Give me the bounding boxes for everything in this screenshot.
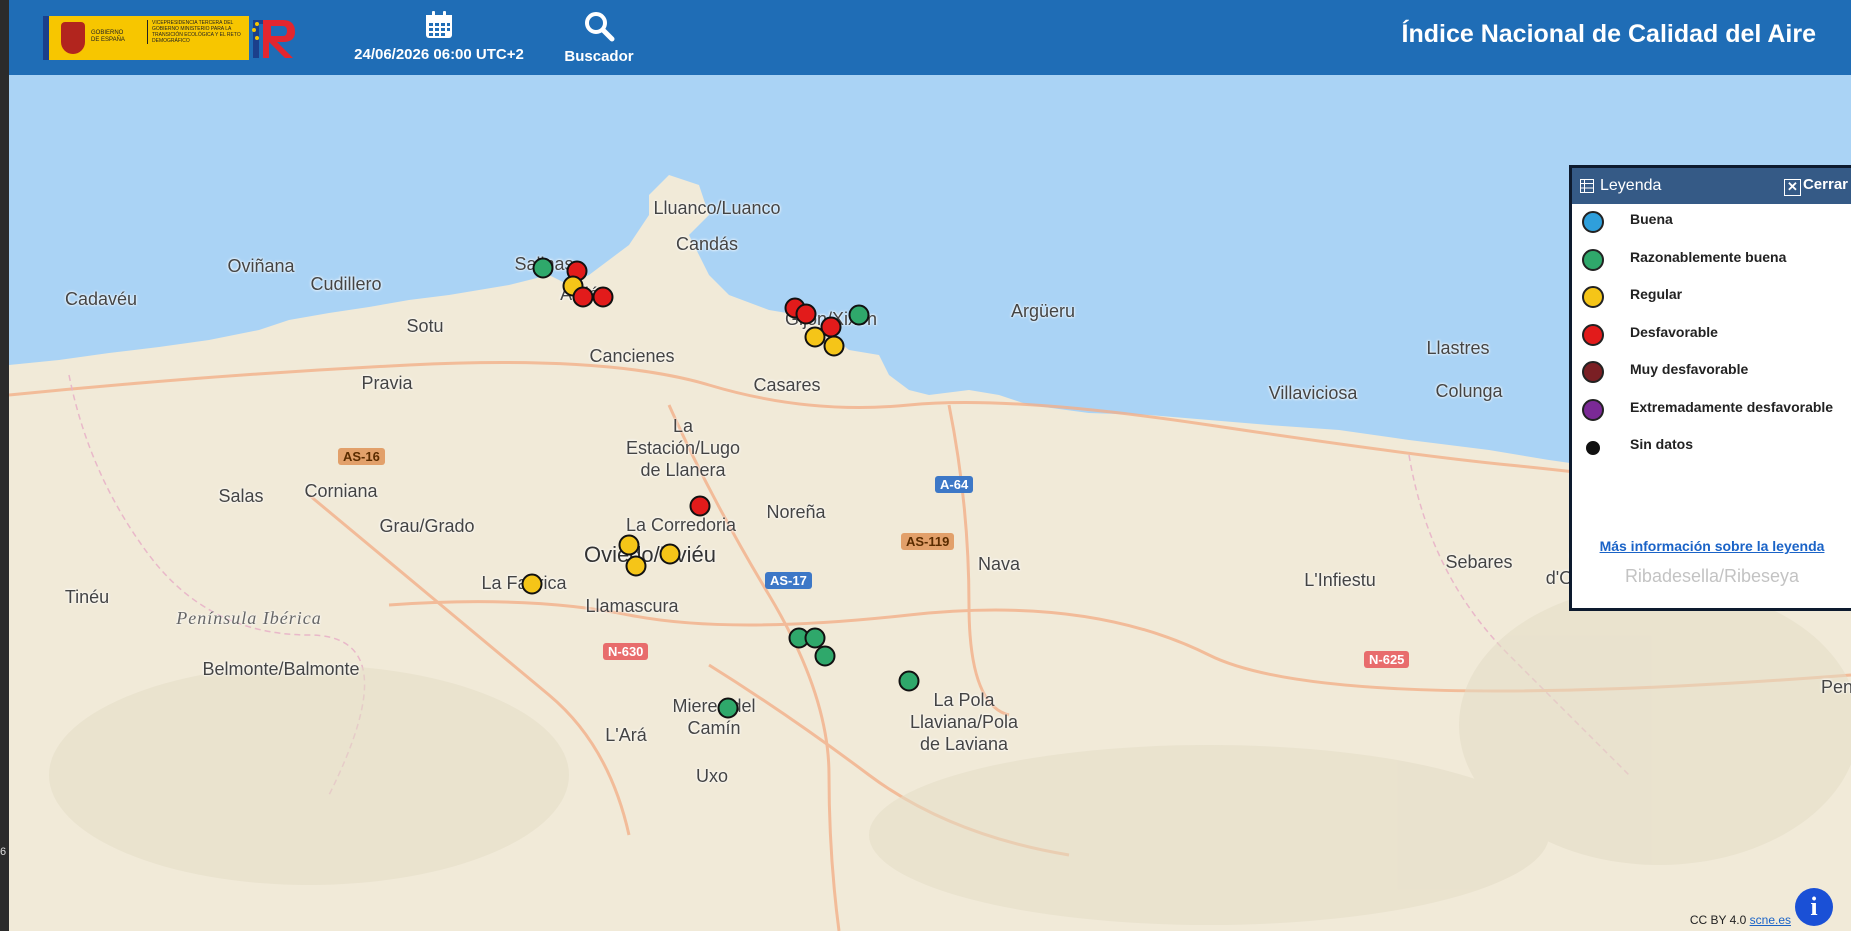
road-shield: AS-119 (901, 533, 955, 550)
legend-panel: Leyenda ✕ Cerrar Buena Razonablemente buen… (1569, 165, 1851, 611)
place-label: Mieres del Camín (672, 696, 756, 738)
road-shield: N-630 (603, 643, 649, 660)
place-label: Casares (753, 375, 821, 395)
place-label: Corniana (304, 481, 378, 501)
station-marker-razonable[interactable] (814, 645, 836, 667)
legend-more-info-link[interactable]: Más información sobre la leyenda (1572, 538, 1851, 554)
place-label: Peni (1820, 677, 1851, 697)
road-shield: AS-16 (338, 448, 385, 465)
place-label: Belmonte/Balmonte (202, 659, 360, 679)
station-marker-razonable[interactable] (898, 670, 920, 692)
info-button[interactable]: i (1795, 888, 1833, 926)
place-label: Oviñana (227, 256, 295, 276)
map-canvas[interactable]: Lluanco/LuancoCandásSalinasAvilésOviñana… (9, 75, 1851, 931)
close-icon: ✕ (1783, 179, 1801, 196)
attribution-link[interactable]: scne.es (1750, 913, 1791, 927)
place-label: Cancienes (589, 346, 675, 366)
place-label: Cudillero (310, 274, 382, 294)
legend-title: Leyenda (1600, 177, 1662, 194)
place-label: Grau/Grado (379, 516, 475, 536)
ministry-text: VICEPRESIDENCIA TERCERA DEL GOBIERNO MIN… (147, 20, 248, 44)
place-label: Candás (675, 234, 739, 254)
road-shield: AS-17 (765, 572, 812, 589)
station-marker-razonable[interactable] (532, 257, 554, 279)
place-label: L'Infiestu (1304, 570, 1376, 590)
legend-dot-icon (1582, 211, 1604, 233)
place-label: Sotu (406, 316, 444, 336)
station-marker-regular[interactable] (823, 335, 845, 357)
datetime-button[interactable]: 24/06/2026 06:00 UTC+2 (329, 10, 549, 63)
place-label: Tinéu (64, 587, 110, 607)
legend-dot-icon (1582, 323, 1604, 346)
place-label: Villaviciosa (1268, 383, 1358, 403)
station-marker-desfavorable[interactable] (795, 303, 817, 325)
logos: GOBIERNO DE ESPAÑA VICEPRESIDENCIA TERCE… (43, 14, 303, 62)
station-marker-razonable[interactable] (848, 304, 870, 326)
place-label: Cadavéu (64, 289, 138, 309)
place-label: L'Ará (605, 725, 647, 745)
legend-close-button[interactable]: ✕ Cerrar (1783, 176, 1848, 196)
place-label: Llastres (1426, 338, 1490, 358)
place-label: Oviedo/Uviéu (583, 542, 717, 567)
place-label: La Estación/Lugo de Llanera (625, 416, 741, 480)
magnifier-icon (585, 12, 615, 42)
legend-item-label: Sin datos (1630, 436, 1694, 452)
prtr-logo-icon (252, 20, 295, 58)
top-header: GOBIERNO DE ESPAÑA VICEPRESIDENCIA TERCE… (9, 0, 1851, 75)
station-marker-regular[interactable] (659, 543, 681, 565)
place-label: Nava (977, 554, 1021, 574)
place-label: Llamascura (585, 596, 679, 616)
legend-item-label: Muy desfavorable (1630, 361, 1749, 377)
station-marker-regular[interactable] (804, 326, 826, 348)
legend-dot-icon (1582, 248, 1604, 271)
calendar-icon (426, 11, 452, 38)
attribution: CC BY 4.0 scne.es (1690, 913, 1791, 927)
station-marker-regular[interactable] (521, 573, 543, 595)
legend-item-label: Regular (1630, 286, 1683, 302)
gov-text: GOBIERNO DE ESPAÑA (91, 30, 125, 43)
legend-header: Leyenda ✕ Cerrar (1572, 168, 1851, 204)
edge-label: 6 (0, 846, 7, 858)
place-label: Pravia (361, 373, 413, 393)
legend-dot-icon (1582, 398, 1604, 421)
gobierno-logo[interactable]: GOBIERNO DE ESPAÑA VICEPRESIDENCIA TERCE… (43, 16, 249, 60)
place-label: Península Ibérica (176, 608, 322, 628)
left-window-edge: 6 (0, 0, 9, 931)
legend-item-label: Extremadamente desfavorable (1630, 398, 1834, 415)
coat-of-arms-icon (61, 22, 85, 54)
legend-dot-icon (1586, 441, 1600, 455)
table-icon (1580, 179, 1594, 193)
legend-item-label: Desfavorable (1630, 323, 1718, 340)
place-label: Uxo (695, 766, 729, 786)
place-label: Sebares (1445, 552, 1513, 572)
legend-behind-label: Ribadesella/Ribeseya (1624, 566, 1800, 586)
place-label: Colunga (1435, 381, 1503, 401)
place-label: Lluanco/Luanco (653, 198, 781, 218)
app-title: Índice Nacional de Calidad del Aire (1401, 20, 1816, 48)
place-label: Argüeru (1010, 301, 1076, 321)
search-label: Buscador (564, 48, 634, 65)
datetime-label: 24/06/2026 06:00 UTC+2 (354, 46, 524, 63)
legend-dot-icon (1582, 286, 1604, 308)
legend-dot-icon (1582, 361, 1604, 383)
station-marker-razonable[interactable] (717, 697, 739, 719)
legend-item-label: Razonablemente buena (1630, 248, 1787, 265)
place-label: La Corredoria (625, 515, 737, 535)
station-marker-regular[interactable] (618, 534, 640, 556)
road-shield: N-625 (1364, 651, 1410, 668)
station-marker-desfavorable[interactable] (572, 286, 594, 308)
place-label: Salas (218, 486, 264, 506)
place-label: Noreña (766, 502, 826, 522)
place-label: La Pola Llaviana/Pola de Laviana (909, 690, 1019, 754)
attribution-license: CC BY 4.0 (1689, 913, 1747, 927)
close-label: Cerrar (1802, 176, 1848, 193)
station-marker-desfavorable[interactable] (689, 495, 711, 517)
search-button[interactable]: Buscador (549, 10, 649, 65)
road-shield: A-64 (935, 476, 974, 493)
legend-item-label: Buena (1630, 211, 1673, 227)
station-marker-regular[interactable] (625, 555, 647, 577)
station-marker-desfavorable[interactable] (592, 286, 614, 308)
